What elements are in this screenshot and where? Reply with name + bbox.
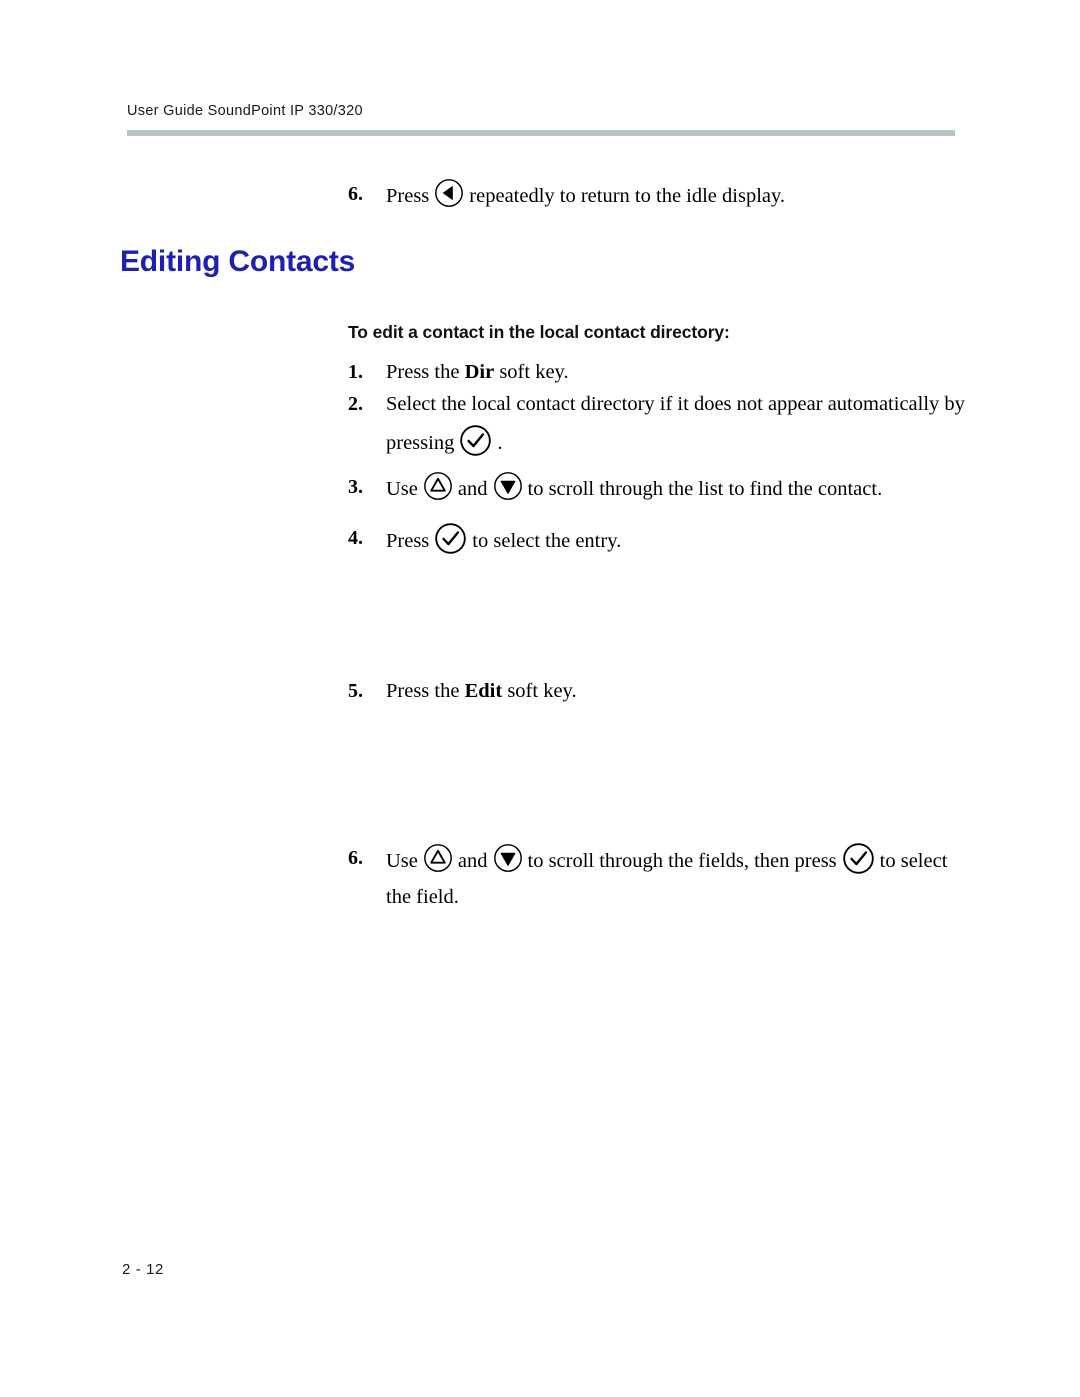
step-text-before: Use <box>386 850 418 872</box>
checkmark-key-icon <box>457 422 494 459</box>
step-text-after: repeatedly to return to the idle display… <box>469 185 786 207</box>
step-5: 5. Press the Edit soft key. <box>348 673 968 709</box>
figure-placeholder-after-step-4 <box>348 566 948 666</box>
step-continuation-6: 6. Press repeatedly to return to the idl… <box>348 176 968 214</box>
step-text: Press the Edit soft key. <box>386 673 968 709</box>
step-text-segment: Press the <box>386 361 465 383</box>
running-header-title: User Guide SoundPoint IP 330/320 <box>127 103 363 119</box>
figure-placeholder-after-step-5 <box>348 712 948 822</box>
step-text: Use and to scroll through the fields, th… <box>386 840 973 879</box>
step-number: 3. <box>348 476 363 498</box>
softkey-name-edit: Edit <box>464 680 503 702</box>
up-arrow-key-icon <box>421 469 455 503</box>
step-text-middle-2: to scroll through the fields, then press <box>527 850 837 872</box>
left-arrow-key-icon <box>432 176 466 210</box>
page-title: Editing Contacts <box>120 245 356 278</box>
step-text-segment: soft key. <box>502 680 577 702</box>
step-3: 3. Use and to scroll through the list to… <box>348 469 968 507</box>
step-text-line-1: Select the local contact directory if it… <box>386 393 965 415</box>
step-number: 5. <box>348 680 363 702</box>
step-text-middle: and <box>457 850 488 872</box>
step-number: 4. <box>348 527 363 549</box>
step-text-after: to scroll through the list to find the c… <box>527 478 883 500</box>
header-rule <box>127 130 955 136</box>
step-number: 6. <box>348 183 363 205</box>
step-text-before: Press <box>386 530 430 552</box>
step-text-segment: soft key. <box>494 361 569 383</box>
step-text-after: to select the entry. <box>472 530 622 552</box>
step-text-line-2: the field. <box>386 886 459 908</box>
softkey-name-dir: Dir <box>464 361 495 383</box>
step-text-after: to select <box>879 850 948 872</box>
step-number: 6. <box>348 847 363 869</box>
step-text: Press to select the entry. <box>386 520 968 559</box>
page-number: 2 - 12 <box>122 1261 164 1278</box>
step-1: 1. Press the Dir soft key. <box>348 354 948 390</box>
step-2: 2. Select the local contact directory if… <box>348 386 968 461</box>
step-text: Use and to scroll through the list to fi… <box>386 469 968 507</box>
step-text-line-2: pressing . <box>386 422 968 461</box>
down-arrow-key-icon <box>491 841 525 875</box>
step-number: 2. <box>348 393 363 415</box>
down-arrow-key-icon <box>491 469 525 503</box>
step-text-before: pressing <box>386 432 455 454</box>
checkmark-key-icon <box>840 840 877 877</box>
procedure-heading: To edit a contact in the local contact d… <box>348 322 730 342</box>
up-arrow-key-icon <box>421 841 455 875</box>
step-text-after: . <box>497 432 503 454</box>
step-text-before: Press <box>386 185 430 207</box>
checkmark-key-icon <box>432 520 469 557</box>
step-number: 1. <box>348 361 363 383</box>
step-text-middle: and <box>457 478 488 500</box>
document-page: User Guide SoundPoint IP 330/320 6. Pres… <box>0 0 1080 1397</box>
step-text: Press the Dir soft key. <box>386 354 948 390</box>
step-text: Press repeatedly to return to the idle d… <box>386 176 968 214</box>
step-4: 4. Press to select the entry. <box>348 520 968 559</box>
step-text-before: Use <box>386 478 418 500</box>
step-6: 6. Use and to scroll through the fields,… <box>348 840 973 915</box>
step-text-segment: Press the <box>386 680 465 702</box>
